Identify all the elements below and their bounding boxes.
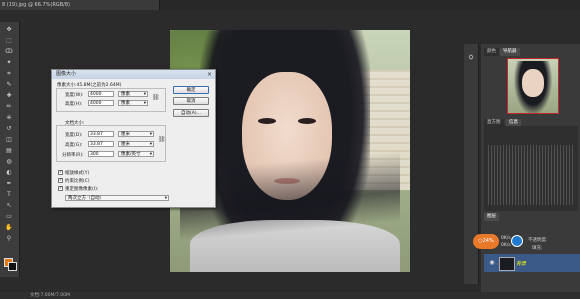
height-label: 高度(H): <box>65 102 83 107</box>
tab-navigator[interactable]: 导航器 <box>500 48 520 56</box>
doc-width-label: 宽度(D): <box>65 133 83 138</box>
brush-icon[interactable]: ✏ <box>4 103 14 110</box>
tab-color[interactable]: 颜色 <box>484 48 499 56</box>
eraser-icon[interactable]: ◫ <box>4 136 14 143</box>
upload-speed: 0K/s <box>501 236 511 241</box>
shape-icon[interactable]: ▭ <box>4 213 14 220</box>
navigator-thumbnail[interactable] <box>507 58 559 114</box>
height-input[interactable]: 4000 <box>88 100 114 106</box>
gradient-icon[interactable]: ▤ <box>4 147 14 154</box>
move-icon[interactable]: ✥ <box>4 26 14 33</box>
panel-toggle-icon[interactable]: ⛭ <box>466 54 476 61</box>
scale-styles-label: 缩放样式(Y) <box>65 171 90 176</box>
layer-thumbnail <box>499 257 515 271</box>
ok-button[interactable]: 确定 <box>173 86 209 94</box>
thumb-face <box>522 69 544 97</box>
history-brush-icon[interactable]: ↺ <box>4 125 14 132</box>
resample-method-select[interactable]: 两次立方（自动） <box>65 195 169 202</box>
width-input[interactable]: 4000 <box>88 91 114 97</box>
wand-icon[interactable]: ✦ <box>4 59 14 66</box>
doc-height-unit-select[interactable]: 厘米 <box>118 141 154 148</box>
width-label: 宽度(W): <box>65 93 84 98</box>
heal-icon[interactable]: ✚ <box>4 92 14 99</box>
zoom-icon[interactable]: ⚲ <box>4 235 14 242</box>
cancel-button[interactable]: 取消 <box>173 97 209 105</box>
dialog-title: 图像大小 <box>52 70 215 79</box>
doc-width-input[interactable]: 33.87 <box>88 131 114 137</box>
type-icon[interactable]: T <box>4 191 14 198</box>
constrain-proportions-label: 约束比例(C) <box>65 179 90 184</box>
histogram-panel <box>484 126 578 211</box>
chain-link-icon: ⛓ <box>158 136 166 143</box>
resample-checkbox[interactable]: ✓ <box>58 186 63 191</box>
scale-styles-checkbox[interactable]: ✓ <box>58 170 63 175</box>
tools-panel: ✥ ⬚ ↀ ✦ ⌗ ✎ ✚ ✏ ⎈ ↺ ◫ ▤ ◍ ◐ ✒ T ↖ ▭ ✋ ⚲ <box>0 22 20 277</box>
lasso-icon[interactable]: ↀ <box>4 48 14 55</box>
crop-icon[interactable]: ⌗ <box>4 70 14 77</box>
resolution-input[interactable]: 300 <box>88 151 114 157</box>
histogram-graph <box>488 145 574 205</box>
marquee-icon[interactable]: ⬚ <box>4 37 14 44</box>
eyedropper-icon[interactable]: ✎ <box>4 81 14 88</box>
resolution-unit-select[interactable]: 像素/英寸 <box>118 151 154 158</box>
fill-label: 填充: <box>532 246 543 251</box>
doc-width-unit-select[interactable]: 厘米 <box>118 131 154 138</box>
resample-label: 重定图像像素(I): <box>65 187 99 192</box>
auto-button[interactable]: 自动(A)... <box>173 109 209 117</box>
network-indicator-icon <box>511 235 523 247</box>
resolution-label: 分辨率(R): <box>62 153 84 158</box>
doc-height-input[interactable]: 33.87 <box>88 141 114 147</box>
dodge-icon[interactable]: ◐ <box>4 169 14 176</box>
path-select-icon[interactable]: ↖ <box>4 202 14 209</box>
chain-link-icon: ⛓ <box>152 94 160 101</box>
network-speed-badge[interactable]: ○24% <box>473 234 499 249</box>
background-color-swatch[interactable] <box>8 262 17 271</box>
image-size-dialog: 图像大小 × 像素大小:45.8M(之前为2.64M) 宽度(W): 4000 … <box>51 69 216 208</box>
pen-icon[interactable]: ✒ <box>4 180 14 187</box>
status-bar: 文档:7.00M/7.00M <box>0 292 580 299</box>
opacity-label: 不透明度: <box>528 238 548 243</box>
width-unit-select[interactable]: 像素 <box>118 91 148 98</box>
stamp-icon[interactable]: ⎈ <box>4 114 14 121</box>
tab-bar-empty <box>160 0 580 10</box>
constrain-proportions-checkbox[interactable]: ✓ <box>58 178 63 183</box>
height-unit-select[interactable]: 像素 <box>118 100 148 107</box>
visibility-eye-icon[interactable]: ◉ <box>487 259 497 266</box>
blur-icon[interactable]: ◍ <box>4 158 14 165</box>
tab-layers[interactable]: 图层 <box>484 213 499 221</box>
download-speed: 0K/s <box>501 243 511 248</box>
hand-icon[interactable]: ✋ <box>4 224 14 231</box>
close-icon[interactable]: × <box>206 71 213 78</box>
doc-height-label: 高度(G): <box>65 143 83 148</box>
document-tab[interactable]: 8 (19).jpg @ 66.7%(RGB/8) <box>0 0 160 10</box>
layer-name[interactable]: 背景 <box>516 260 526 267</box>
